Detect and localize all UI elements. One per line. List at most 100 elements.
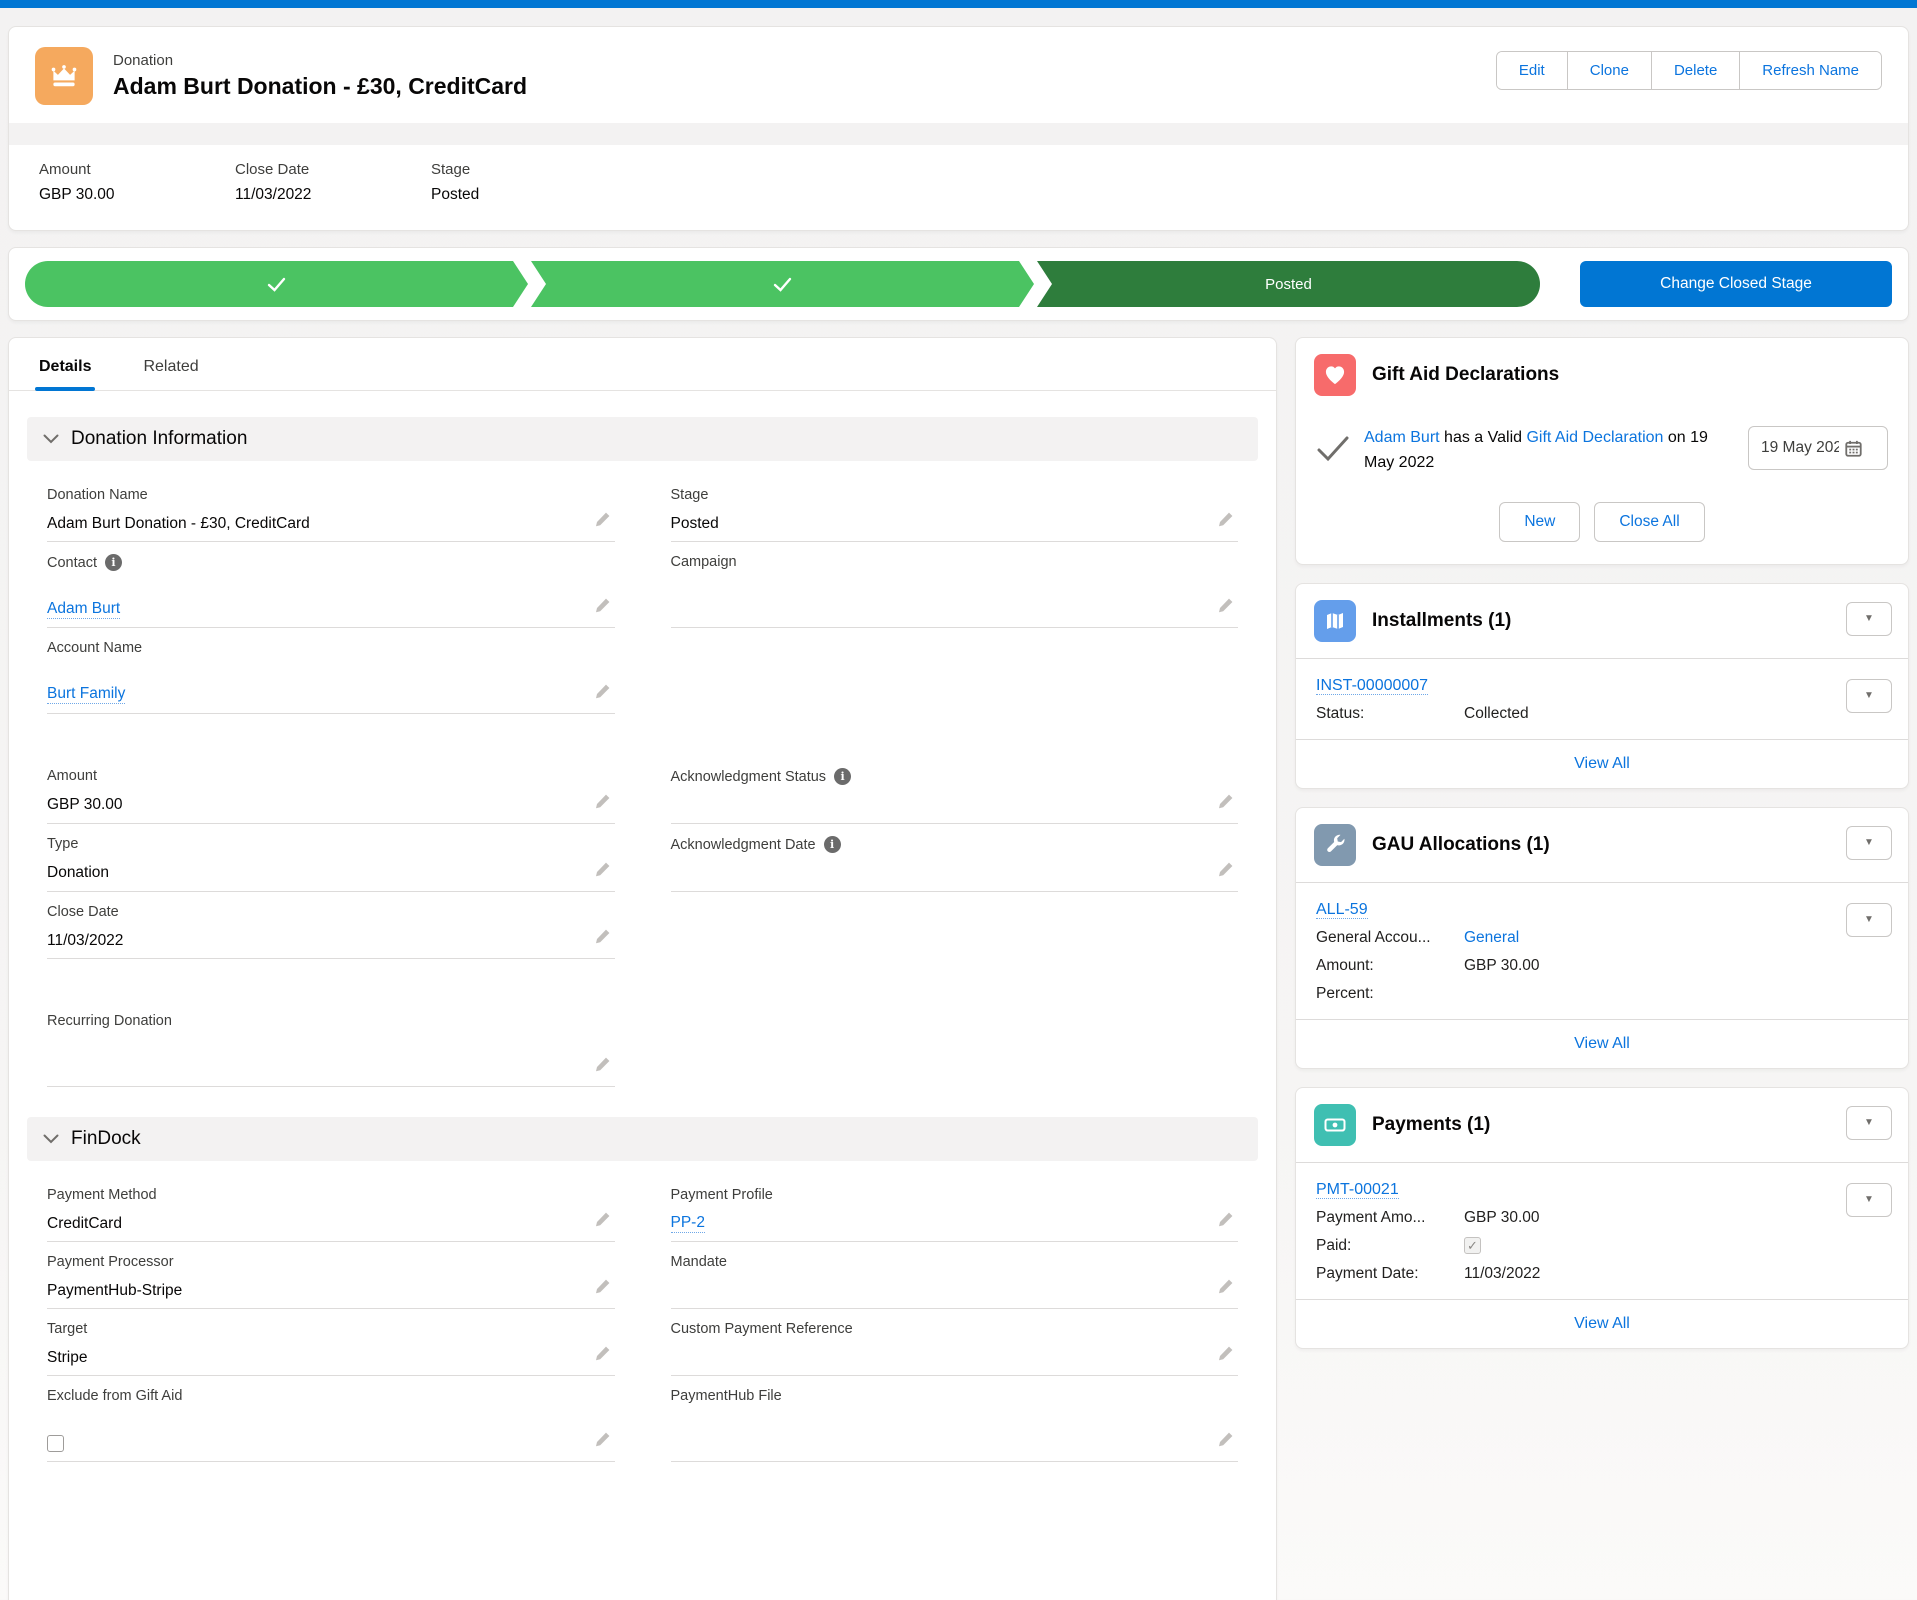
detail-row: Payment Date: 11/03/2022 <box>1316 1265 1888 1283</box>
chevron-down-icon <box>43 434 59 444</box>
record-header-card: Donation Adam Burt Donation - £30, Credi… <box>8 26 1909 231</box>
payment-row-menu-button[interactable] <box>1846 1183 1892 1217</box>
new-button[interactable]: New <box>1499 502 1580 542</box>
path-stage-2[interactable] <box>531 261 1034 307</box>
change-closed-stage-button[interactable]: Change Closed Stage <box>1580 261 1892 307</box>
payments-card: Payments (1) PMT-00021 Payment Amo... GB… <box>1295 1087 1909 1349</box>
gau-allocations-menu-button[interactable] <box>1846 826 1892 860</box>
info-icon[interactable] <box>834 768 851 785</box>
field-account-name: Account Name Burt Family <box>47 628 615 714</box>
page-title: Adam Burt Donation - £30, CreditCard <box>113 73 527 100</box>
field-stage: Stage Posted <box>671 475 1239 542</box>
gau-record-link[interactable]: ALL-59 <box>1316 901 1368 919</box>
field-exclude-from-gift-aid: Exclude from Gift Aid <box>47 1376 615 1462</box>
edit-pencil-icon[interactable] <box>595 597 611 613</box>
card-title: Payments (1) <box>1372 1114 1490 1136</box>
summary-amount: Amount GBP 30.00 <box>39 161 235 204</box>
path-stage-posted[interactable]: Posted <box>1037 261 1540 307</box>
edit-pencil-icon[interactable] <box>1218 511 1234 527</box>
calendar-icon <box>1845 440 1862 457</box>
field-target: Target Stripe <box>47 1309 615 1376</box>
banknote-icon <box>1314 1104 1356 1146</box>
edit-pencil-icon[interactable] <box>595 1345 611 1361</box>
refresh-name-button[interactable]: Refresh Name <box>1739 52 1881 89</box>
gift-aid-date-input[interactable]: 19 May 2022 <box>1748 426 1888 470</box>
chevron-down-icon <box>43 1134 59 1144</box>
edit-pencil-icon[interactable] <box>595 511 611 527</box>
clone-button[interactable]: Clone <box>1567 52 1651 89</box>
donation-information-fields: Donation Name Adam Burt Donation - £30, … <box>27 469 1258 1103</box>
heart-icon <box>1314 354 1356 396</box>
installments-view-all-link[interactable]: View All <box>1574 755 1630 772</box>
edit-pencil-icon[interactable] <box>1218 1211 1234 1227</box>
field-acknowledgment-date: Acknowledgment Date <box>671 824 1239 892</box>
edit-pencil-icon[interactable] <box>595 928 611 944</box>
edit-pencil-icon[interactable] <box>595 1431 611 1447</box>
field-type: Type Donation <box>47 824 615 892</box>
payment-record-link[interactable]: PMT-00021 <box>1316 1181 1399 1199</box>
valid-check-icon <box>1316 436 1350 467</box>
card-title: Gift Aid Declarations <box>1372 364 1559 386</box>
close-all-button[interactable]: Close All <box>1594 502 1704 542</box>
edit-pencil-icon[interactable] <box>595 861 611 877</box>
edit-pencil-icon[interactable] <box>1218 597 1234 613</box>
contact-link[interactable]: Adam Burt <box>1364 429 1440 446</box>
detail-row: Payment Amo... GBP 30.00 <box>1316 1209 1888 1227</box>
gau-row-menu-button[interactable] <box>1846 903 1892 937</box>
payment-profile-link[interactable]: PP-2 <box>671 1214 705 1233</box>
detail-tabs: Details Related <box>9 338 1276 391</box>
stage-path-card: Posted Change Closed Stage <box>8 247 1909 321</box>
header-action-group: Edit Clone Delete Refresh Name <box>1496 51 1882 90</box>
highlights-summary: Amount GBP 30.00 Close Date 11/03/2022 S… <box>9 145 1908 230</box>
exclude-gift-aid-checkbox[interactable] <box>47 1435 64 1452</box>
edit-button[interactable]: Edit <box>1497 52 1567 89</box>
installment-row-menu-button[interactable] <box>1846 679 1892 713</box>
field-recurring-donation: Recurring Donation <box>47 1001 615 1087</box>
gift-aid-message: Adam Burt has a Valid Gift Aid Declarati… <box>1364 426 1748 476</box>
summary-close-date: Close Date 11/03/2022 <box>235 161 431 204</box>
edit-pencil-icon[interactable] <box>595 1278 611 1294</box>
tab-related[interactable]: Related <box>139 338 202 390</box>
section-findock[interactable]: FinDock <box>27 1117 1258 1161</box>
gau-allocations-card: GAU Allocations (1) ALL-59 General Accou… <box>1295 807 1909 1069</box>
edit-pencil-icon[interactable] <box>595 1056 611 1072</box>
edit-pencil-icon[interactable] <box>1218 1431 1234 1447</box>
detail-row: Percent: <box>1316 985 1888 1003</box>
summary-stage: Stage Posted <box>431 161 627 204</box>
account-link[interactable]: Burt Family <box>47 685 125 704</box>
edit-pencil-icon[interactable] <box>1218 861 1234 877</box>
edit-pencil-icon[interactable] <box>595 793 611 809</box>
gau-view-all-link[interactable]: View All <box>1574 1035 1630 1052</box>
payments-menu-button[interactable] <box>1846 1106 1892 1140</box>
general-accounting-unit-link[interactable]: General <box>1464 929 1519 947</box>
record-detail-card: Details Related Donation Information Don… <box>8 337 1277 1600</box>
gift-aid-declaration-link[interactable]: Gift Aid Declaration <box>1526 429 1663 446</box>
edit-pencil-icon[interactable] <box>1218 793 1234 809</box>
path-stage-1[interactable] <box>25 261 528 307</box>
check-icon <box>773 277 792 292</box>
donation-crown-icon <box>35 47 93 105</box>
section-donation-information[interactable]: Donation Information <box>27 417 1258 461</box>
field-mandate: Mandate <box>671 1242 1239 1309</box>
info-icon[interactable] <box>105 554 122 571</box>
info-icon[interactable] <box>824 836 841 853</box>
installment-record-link[interactable]: INST-00000007 <box>1316 677 1428 695</box>
edit-pencil-icon[interactable] <box>1218 1278 1234 1294</box>
paid-checkbox[interactable] <box>1464 1237 1481 1254</box>
field-campaign: Campaign <box>671 542 1239 628</box>
detail-row: General Accou... General <box>1316 929 1888 947</box>
delete-button[interactable]: Delete <box>1651 52 1739 89</box>
contact-link[interactable]: Adam Burt <box>47 600 120 619</box>
wrench-icon <box>1314 824 1356 866</box>
installments-menu-button[interactable] <box>1846 602 1892 636</box>
tab-details[interactable]: Details <box>35 338 95 390</box>
edit-pencil-icon[interactable] <box>595 1211 611 1227</box>
edit-pencil-icon[interactable] <box>1218 1345 1234 1361</box>
field-payment-method: Payment Method CreditCard <box>47 1175 615 1242</box>
detail-row: Amount: GBP 30.00 <box>1316 957 1888 975</box>
edit-pencil-icon[interactable] <box>595 683 611 699</box>
entity-label: Donation <box>113 52 527 69</box>
global-nav-bar <box>0 0 1917 8</box>
payments-view-all-link[interactable]: View All <box>1574 1315 1630 1332</box>
field-close-date: Close Date 11/03/2022 <box>47 892 615 959</box>
